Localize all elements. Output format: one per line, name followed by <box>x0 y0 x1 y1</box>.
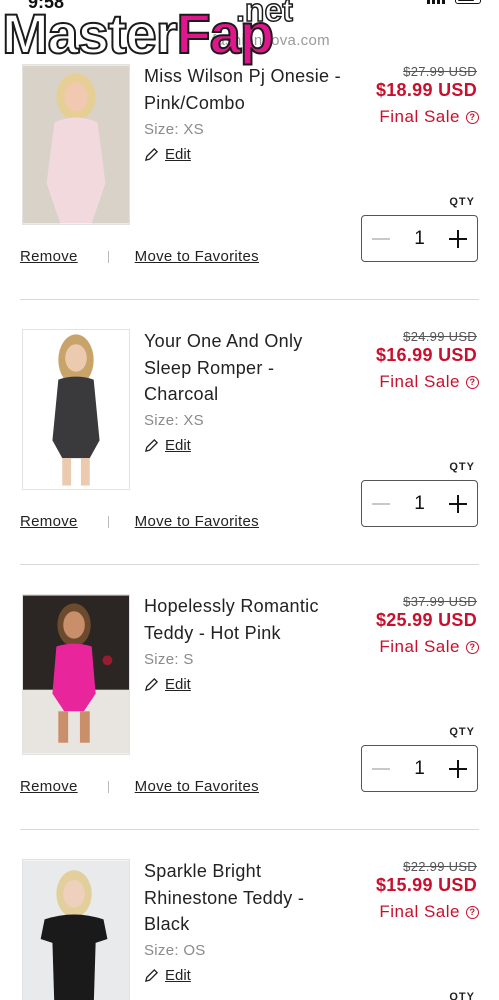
final-sale-badge[interactable]: Final Sale ? <box>379 107 479 127</box>
price-sale: $18.99 USD <box>375 80 477 100</box>
pencil-icon <box>144 438 159 453</box>
qty-label: QTY <box>449 991 475 1000</box>
product-image[interactable] <box>22 329 130 490</box>
product-name[interactable]: Miss Wilson Pj Onesie - Pink/Combo <box>144 63 349 116</box>
product-image[interactable] <box>22 594 130 755</box>
edit-link[interactable]: Edit <box>144 146 191 163</box>
help-icon[interactable]: ? <box>466 375 479 389</box>
help-icon[interactable]: ? <box>466 640 479 654</box>
product-size: Size: OS <box>144 942 206 959</box>
product-photo-icon <box>23 65 129 224</box>
final-sale-badge[interactable]: Final Sale ? <box>379 372 479 392</box>
price-original: $22.99 USD <box>403 859 477 874</box>
cart-item: Miss Wilson Pj Onesie - Pink/Combo Size:… <box>0 0 499 265</box>
help-icon[interactable]: ? <box>466 905 479 919</box>
edit-link[interactable]: Edit <box>144 967 191 984</box>
price-sale: $25.99 USD <box>375 610 477 630</box>
product-photo-icon <box>23 330 129 489</box>
product-size: Size: XS <box>144 121 204 138</box>
product-image[interactable] <box>22 64 130 225</box>
cart-item: Your One And Only Sleep Romper - Charcoa… <box>0 225 499 530</box>
qty-label: QTY <box>449 196 475 208</box>
price-sale: $15.99 USD <box>375 875 477 895</box>
edit-link[interactable]: Edit <box>144 676 191 693</box>
product-size: Size: XS <box>144 412 204 429</box>
product-photo-icon <box>23 595 129 754</box>
edit-link[interactable]: Edit <box>144 437 191 454</box>
product-image[interactable] <box>22 859 130 1000</box>
product-photo-icon <box>23 860 129 1000</box>
final-sale-badge[interactable]: Final Sale ? <box>379 902 479 922</box>
product-name[interactable]: Hopelessly Romantic Teddy - Hot Pink <box>144 593 349 646</box>
price-original: $37.99 USD <box>403 594 477 609</box>
product-size: Size: S <box>144 651 194 668</box>
cart-item: Hopelessly Romantic Teddy - Hot Pink Siz… <box>0 490 499 795</box>
pencil-icon <box>144 147 159 162</box>
qty-label: QTY <box>449 461 475 473</box>
pencil-icon <box>144 677 159 692</box>
product-name[interactable]: Your One And Only Sleep Romper - Charcoa… <box>144 328 349 408</box>
price-original: $27.99 USD <box>403 64 477 79</box>
qty-label: QTY <box>449 726 475 738</box>
price-original: $24.99 USD <box>403 329 477 344</box>
help-icon[interactable]: ? <box>466 110 479 124</box>
final-sale-badge[interactable]: Final Sale ? <box>379 637 479 657</box>
product-name[interactable]: Sparkle Bright Rhinestone Teddy - Black <box>144 858 349 938</box>
cart-item: Sparkle Bright Rhinestone Teddy - Black … <box>0 755 499 1000</box>
price-sale: $16.99 USD <box>375 345 477 365</box>
pencil-icon <box>144 968 159 983</box>
